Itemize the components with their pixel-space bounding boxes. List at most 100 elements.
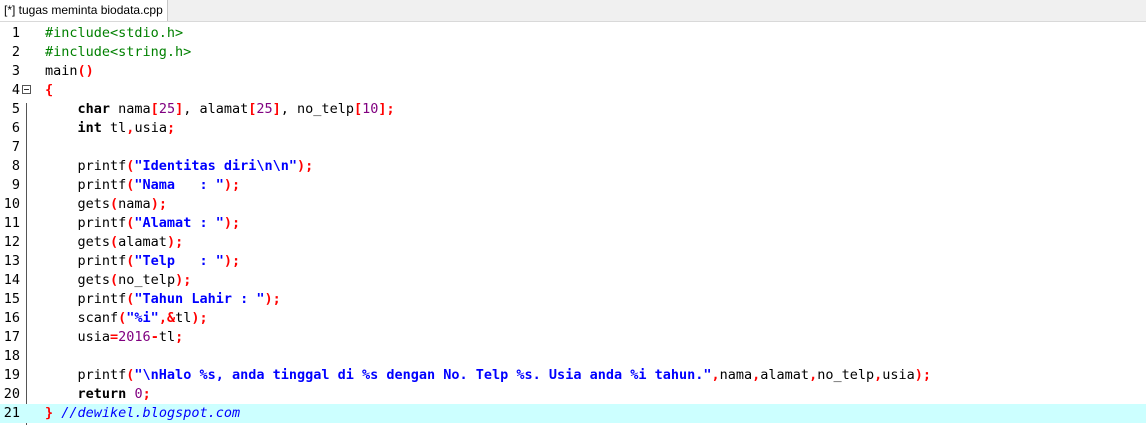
code-line[interactable]: 12 gets(alamat); xyxy=(0,233,1146,252)
code-token: char xyxy=(77,101,111,117)
code-text: gets(nama); xyxy=(45,195,167,214)
code-token: alamat xyxy=(118,234,167,250)
code-line[interactable]: 13 printf("Telp : "); xyxy=(0,252,1146,271)
line-number: 1 xyxy=(11,25,20,41)
code-token: scanf xyxy=(45,310,119,326)
line-number: 2 xyxy=(11,44,20,60)
code-token: nama xyxy=(118,196,151,212)
code-token: //dewikel.blogspot.com xyxy=(61,405,241,421)
code-token: gets xyxy=(45,234,111,250)
code-line[interactable]: 21 } //dewikel.blogspot.com xyxy=(0,404,1146,423)
code-editor: [*] tugas meminta biodata.cpp 1 #include<… xyxy=(0,0,1146,425)
code-token: printf xyxy=(45,177,127,193)
code-token: usia xyxy=(45,329,111,345)
code-token: "Identitas diri\n\n" xyxy=(134,158,297,174)
code-token: = xyxy=(110,329,119,345)
code-token: ; xyxy=(142,386,151,402)
line-number: 16 xyxy=(3,310,20,326)
code-token: ); xyxy=(175,272,192,288)
code-token: , no_telp xyxy=(280,101,354,117)
code-token: printf xyxy=(45,215,127,231)
line-number: 17 xyxy=(3,329,20,345)
code-line[interactable]: 10 gets(nama); xyxy=(0,195,1146,214)
code-line[interactable]: 8 printf("Identitas diri\n\n"); xyxy=(0,157,1146,176)
code-text: printf("Telp : "); xyxy=(45,252,241,271)
code-token: "\nHalo %s, anda tinggal di %s dengan No… xyxy=(134,367,712,383)
code-text: printf("Nama : "); xyxy=(45,176,241,195)
code-token: no_telp xyxy=(118,272,176,288)
code-line[interactable]: 2 #include<string.h> xyxy=(0,43,1146,62)
code-token: [ xyxy=(353,101,363,117)
code-line[interactable]: 7 xyxy=(0,138,1146,157)
code-text: printf("\nHalo %s, anda tinggal di %s de… xyxy=(45,366,932,385)
code-token: { xyxy=(45,82,54,98)
code-text: #include<string.h> xyxy=(45,43,191,62)
line-number: 3 xyxy=(11,63,20,79)
code-line[interactable]: 11 printf("Alamat : "); xyxy=(0,214,1146,233)
line-number: 5 xyxy=(11,101,20,117)
line-number: 9 xyxy=(11,177,20,193)
code-text: int tl,usia; xyxy=(45,119,176,138)
code-token: "%i" xyxy=(126,310,159,326)
code-line[interactable]: 17 usia=2016-tl; xyxy=(0,328,1146,347)
code-text: char nama[25], alamat[25], no_telp[10]; xyxy=(45,100,395,119)
code-token: , xyxy=(809,367,818,383)
code-text: printf("Alamat : "); xyxy=(45,214,241,233)
code-line[interactable]: 15 printf("Tahun Lahir : "); xyxy=(0,290,1146,309)
code-text: main() xyxy=(45,62,94,81)
code-text: } //dewikel.blogspot.com xyxy=(45,404,240,423)
tab-bar: [*] tugas meminta biodata.cpp xyxy=(0,0,1146,22)
code-line[interactable]: 4{ xyxy=(0,81,1146,100)
code-token: usia xyxy=(882,367,915,383)
code-token: ); xyxy=(191,310,208,326)
line-number: 4 xyxy=(11,82,20,98)
code-token: printf xyxy=(45,291,127,307)
code-area[interactable]: 1 #include<stdio.h> 2 #include<string.h> 3 ma… xyxy=(0,22,1146,425)
line-number: 18 xyxy=(3,348,20,364)
code-token: printf xyxy=(45,253,127,269)
tab-file[interactable]: [*] tugas meminta biodata.cpp xyxy=(0,0,168,21)
code-token: ]; xyxy=(378,101,395,117)
code-line[interactable]: 19 printf("\nHalo %s, anda tinggal di %s… xyxy=(0,366,1146,385)
code-token: [ xyxy=(150,101,159,117)
line-number: 10 xyxy=(3,196,20,212)
code-token: int xyxy=(77,120,102,136)
code-token: , xyxy=(711,367,720,383)
code-token: 25 xyxy=(256,101,273,117)
code-text: #include<stdio.h> xyxy=(45,24,183,43)
code-line[interactable]: 3 main() xyxy=(0,62,1146,81)
code-line[interactable]: 16 scanf("%i",&tl); xyxy=(0,309,1146,328)
code-text: usia=2016-tl; xyxy=(45,328,184,347)
code-text: return 0; xyxy=(45,385,151,404)
line-number: 15 xyxy=(3,291,20,307)
code-text: { xyxy=(45,81,53,100)
code-line[interactable]: 9 printf("Nama : "); xyxy=(0,176,1146,195)
code-text: printf("Identitas diri\n\n"); xyxy=(45,157,314,176)
code-token: ); xyxy=(150,196,167,212)
code-token: nama xyxy=(110,101,151,117)
code-line[interactable]: 18 xyxy=(0,347,1146,366)
code-token: 0 xyxy=(134,386,143,402)
line-number: 14 xyxy=(3,272,20,288)
fold-collapse-icon[interactable] xyxy=(22,85,31,94)
line-number: 20 xyxy=(3,386,20,402)
code-line[interactable]: 5 char nama[25], alamat[25], no_telp[10]… xyxy=(0,100,1146,119)
code-token: gets xyxy=(45,196,111,212)
code-token: ); xyxy=(296,158,314,174)
code-line[interactable]: 6 int tl,usia; xyxy=(0,119,1146,138)
code-token: ); xyxy=(223,215,241,231)
line-number: 21 xyxy=(3,405,20,421)
code-line[interactable]: 1 #include<stdio.h> xyxy=(0,24,1146,43)
code-token: ; xyxy=(175,329,184,345)
code-token: gets xyxy=(45,272,111,288)
line-number: 13 xyxy=(3,253,20,269)
code-token: ); xyxy=(914,367,932,383)
code-token: printf xyxy=(45,367,127,383)
code-line[interactable]: 20 return 0; xyxy=(0,385,1146,404)
code-line[interactable]: 14 gets(no_telp); xyxy=(0,271,1146,290)
code-token: tl xyxy=(101,120,127,136)
code-token: main xyxy=(45,63,78,79)
